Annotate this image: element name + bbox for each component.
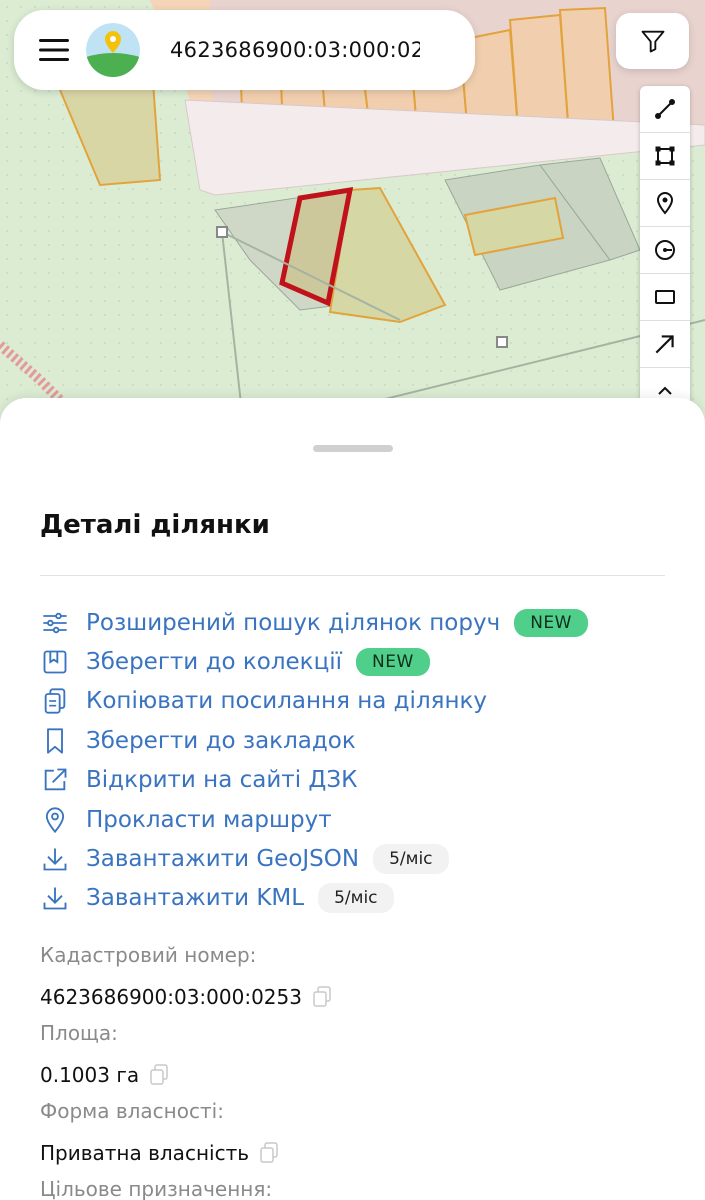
marker-icon bbox=[656, 191, 674, 215]
search-bar[interactable]: 4623686900:03:000:0253 bbox=[14, 10, 475, 90]
copy-icon[interactable] bbox=[312, 985, 332, 1008]
draw-marker-button[interactable] bbox=[640, 180, 690, 227]
bookmark-icon bbox=[40, 726, 70, 756]
copy-icon[interactable] bbox=[259, 1141, 279, 1164]
action-advanced-search[interactable]: Розширений пошук ділянок поруч NEW bbox=[40, 603, 680, 642]
menu-button[interactable] bbox=[14, 10, 94, 90]
action-copy-link[interactable]: Копіювати посилання на ділянку bbox=[40, 682, 680, 721]
action-open-dzk[interactable]: Відкрити на сайті ДЗК bbox=[40, 761, 680, 800]
action-download-kml[interactable]: Завантажити KML 5/міс bbox=[40, 879, 680, 918]
rectangle-icon bbox=[655, 290, 675, 304]
action-save-to-collection[interactable]: Зберегти до колекції NEW bbox=[40, 642, 680, 681]
action-label: Завантажити GeoJSON bbox=[86, 846, 360, 873]
sheet-drag-handle[interactable] bbox=[313, 445, 393, 452]
cadastral-number-value: 4623686900:03:000:0253 bbox=[40, 984, 302, 1009]
cadastral-number-label: Кадастровий номер: bbox=[40, 943, 257, 967]
action-label: Завантажити KML bbox=[86, 885, 305, 912]
new-badge: NEW bbox=[514, 608, 588, 637]
ownership-value: Приватна власність bbox=[40, 1140, 250, 1165]
search-input[interactable]: 4623686900:03:000:0253 bbox=[170, 38, 420, 62]
action-list: Розширений пошук ділянок поруч NEW Збере… bbox=[40, 603, 680, 918]
download-icon bbox=[40, 844, 70, 874]
quota-badge: 5/міс bbox=[373, 844, 449, 875]
menu-icon bbox=[39, 39, 69, 61]
download-icon bbox=[40, 883, 70, 913]
action-label: Прокласти маршрут bbox=[86, 806, 332, 833]
draw-arrow-button[interactable] bbox=[640, 321, 690, 368]
polygon-icon bbox=[655, 146, 675, 166]
new-badge: NEW bbox=[356, 648, 430, 677]
sheet-title: Деталі ділянки bbox=[40, 510, 270, 540]
action-label: Зберегти до закладок bbox=[86, 727, 356, 754]
divider bbox=[40, 575, 665, 576]
action-label: Розширений пошук ділянок поруч bbox=[86, 609, 501, 636]
area-label: Площа: bbox=[40, 1021, 118, 1045]
sliders-icon bbox=[40, 608, 70, 638]
draw-circle-button[interactable] bbox=[640, 227, 690, 274]
area-row: 0.1003 га bbox=[40, 1055, 680, 1094]
action-label: Відкрити на сайті ДЗК bbox=[86, 767, 358, 794]
polyline-icon bbox=[655, 99, 675, 119]
ownership-row: Приватна власність bbox=[40, 1133, 680, 1172]
action-bookmark[interactable]: Зберегти до закладок bbox=[40, 721, 680, 760]
external-link-icon bbox=[40, 765, 70, 795]
action-download-geojson[interactable]: Завантажити GeoJSON 5/міс bbox=[40, 839, 680, 878]
parcel-details-sheet: Деталі ділянки Розширений пошук ділянок … bbox=[0, 398, 705, 1200]
ownership-label: Форма власності: bbox=[40, 1099, 224, 1123]
app-logo-icon bbox=[86, 23, 140, 77]
area-value: 0.1003 га bbox=[40, 1062, 140, 1087]
copy-link-icon bbox=[40, 686, 70, 716]
copy-icon[interactable] bbox=[149, 1063, 169, 1086]
purpose-label: Цільове призначення: bbox=[40, 1177, 273, 1200]
cadastral-number-row: 4623686900:03:000:0253 bbox=[40, 977, 680, 1016]
action-label: Копіювати посилання на ділянку bbox=[86, 688, 488, 715]
draw-polyline-button[interactable] bbox=[640, 86, 690, 133]
filter-icon bbox=[641, 30, 664, 53]
map-view[interactable]: 4623686900:03:000:0253 bbox=[0, 0, 705, 440]
draw-toolbar bbox=[640, 86, 690, 416]
action-route[interactable]: Прокласти маршрут bbox=[40, 800, 680, 839]
quota-badge: 5/міс bbox=[318, 883, 394, 914]
action-label: Зберегти до колекції bbox=[86, 649, 342, 676]
arrow-icon bbox=[655, 335, 674, 354]
route-pin-icon bbox=[40, 805, 70, 835]
filter-button[interactable] bbox=[616, 13, 689, 69]
circle-icon bbox=[655, 240, 675, 260]
parcel-info: Кадастровий номер: 4623686900:03:000:025… bbox=[40, 938, 680, 1200]
draw-polygon-button[interactable] bbox=[640, 133, 690, 180]
draw-rectangle-button[interactable] bbox=[640, 274, 690, 321]
collection-icon bbox=[40, 647, 70, 677]
